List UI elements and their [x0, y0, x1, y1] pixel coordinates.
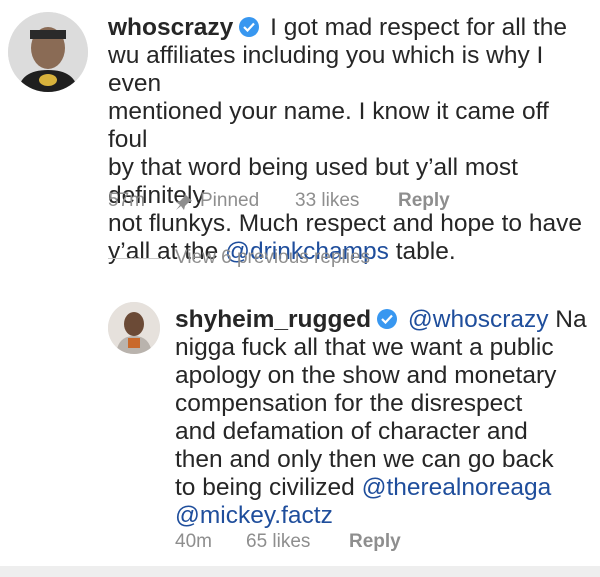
reply-meta: 40m 65 likes Reply: [175, 531, 475, 555]
comment-line: then and only then we can go back: [175, 446, 554, 473]
bottom-bar: [0, 566, 600, 577]
comment-line: and defamation of character and: [175, 418, 528, 445]
comment-line: apology on the show and monetary: [175, 362, 557, 389]
comment-line: to being civilized: [175, 474, 362, 501]
username[interactable]: whoscrazy: [108, 14, 233, 41]
comment-line: mentioned your name. I know it came off …: [108, 98, 549, 153]
replies-divider: [108, 258, 162, 259]
comment-line: wu affiliates including you which is why…: [108, 42, 544, 97]
comment-line: table.: [388, 238, 456, 265]
avatar-shyheim-rugged[interactable]: [108, 302, 160, 354]
reply-text: shyheim_rugged @whoscrazy Na nigga fuck …: [175, 306, 590, 530]
pinned-label: Pinned: [200, 190, 260, 211]
verified-badge-icon: [239, 17, 260, 37]
timestamp: 40m: [175, 531, 212, 552]
view-previous-replies-button[interactable]: View 6 previous replies: [175, 247, 370, 269]
mention-link[interactable]: @whoscrazy: [408, 306, 549, 333]
likes-count[interactable]: 65 likes: [246, 531, 310, 553]
avatar-whoscrazy[interactable]: [8, 12, 88, 92]
comment-text: whoscrazy I got mad respect for all the …: [108, 14, 588, 266]
comment-line: nigga fuck all that we want a public: [175, 334, 554, 361]
mention-link[interactable]: @mickey.factz: [175, 502, 333, 529]
verified-badge-icon: [377, 309, 398, 329]
mention-link[interactable]: @therealnoreaga: [362, 474, 552, 501]
comment-line: Na: [548, 306, 587, 333]
comment-line: compensation for the disrespect: [175, 390, 523, 417]
likes-count[interactable]: 33 likes: [295, 190, 359, 212]
comment-line: I got mad respect for all the: [270, 14, 567, 41]
username[interactable]: shyheim_rugged: [175, 306, 371, 333]
reply-button[interactable]: Reply: [349, 531, 401, 553]
comment-meta: 57m Pinned 33 likes Reply: [108, 190, 508, 214]
reply-button[interactable]: Reply: [398, 190, 450, 212]
timestamp: 57m: [108, 190, 145, 211]
pin-icon: [175, 193, 193, 217]
